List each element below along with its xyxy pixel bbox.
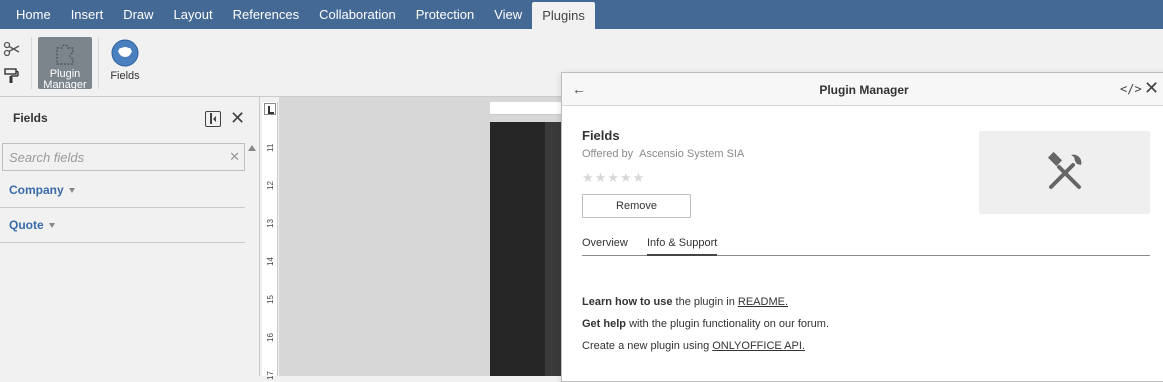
plugin-manager-button[interactable]: Plugin Manager — [38, 37, 92, 91]
tab-home[interactable]: Home — [6, 0, 61, 29]
fields-panel: Fields ✕ ✕ Company Quote — [0, 97, 260, 376]
caret-down-icon — [48, 223, 55, 229]
tab-draw[interactable]: Draw — [113, 0, 163, 29]
clear-search-icon[interactable]: ✕ — [229, 149, 240, 165]
plugin-preview — [979, 131, 1150, 214]
ruler-number: 13 — [266, 219, 275, 228]
tab-plugins[interactable]: Plugins — [532, 2, 595, 29]
tab-references[interactable]: References — [223, 0, 309, 29]
plugin-tabs: Overview Info & Support — [582, 233, 1150, 256]
fields-plugin-label: Fields — [110, 70, 140, 82]
field-group-label: Company — [9, 183, 75, 197]
plugin-vendor: Ascensio System SIA — [639, 148, 745, 160]
fields-panel-title: Fields — [13, 111, 48, 125]
tools-icon — [1043, 149, 1087, 196]
plugin-name: Fields — [582, 128, 620, 143]
cut-icon[interactable] — [3, 40, 21, 58]
tab-insert[interactable]: Insert — [61, 0, 114, 29]
field-group-label: Quote — [9, 218, 55, 232]
format-painter-icon[interactable] — [3, 67, 21, 85]
ruler-number: 12 — [266, 181, 275, 190]
plugin-manager-dialog: ← Plugin Manager </> ✕ Fields Offered by… — [561, 72, 1163, 382]
field-group-company[interactable]: Company — [0, 173, 245, 208]
readme-link[interactable]: README. — [738, 296, 788, 308]
info-line-readme: Learn how to use the plugin in README. — [582, 296, 789, 308]
tab-view[interactable]: View — [484, 0, 532, 29]
close-icon[interactable]: ✕ — [230, 109, 245, 127]
close-icon[interactable]: ✕ — [1144, 78, 1159, 99]
ruler-number: 16 — [266, 333, 275, 342]
plugin-offered-by: Offered by Ascensio System SIA — [582, 148, 745, 160]
tab-info-support[interactable]: Info & Support — [647, 237, 718, 256]
tab-stop-selector[interactable] — [264, 103, 276, 115]
search-box: ✕ — [2, 143, 245, 171]
dialog-title: Plugin Manager — [819, 83, 909, 97]
remove-button[interactable]: Remove — [582, 194, 691, 218]
ruler-number: 11 — [266, 143, 275, 152]
toolbar-divider — [31, 37, 32, 89]
puzzle-icon — [52, 39, 78, 68]
tab-protection[interactable]: Protection — [406, 0, 485, 29]
info-line-api: Create a new plugin using ONLYOFFICE API… — [582, 340, 805, 352]
tab-overview[interactable]: Overview — [582, 237, 628, 249]
tab-layout[interactable]: Layout — [164, 0, 223, 29]
dialog-header: ← Plugin Manager </> ✕ — [562, 73, 1163, 106]
ruler-number: 14 — [266, 257, 275, 266]
info-line-help: Get help with the plugin functionality o… — [582, 318, 830, 330]
tab-collaboration[interactable]: Collaboration — [309, 0, 406, 29]
horizontal-ruler — [490, 102, 565, 115]
ruler-number: 15 — [266, 295, 275, 304]
code-icon[interactable]: </> — [1120, 82, 1142, 96]
collapse-panel-icon[interactable] — [205, 111, 221, 127]
rating-stars[interactable]: ★★★★★ — [582, 170, 645, 186]
plugin-manager-label: Plugin Manager — [43, 68, 87, 91]
caret-down-icon — [68, 188, 75, 194]
fields-plugin-button[interactable]: Fields — [98, 37, 152, 89]
field-group-quote[interactable]: Quote — [0, 208, 245, 243]
api-link[interactable]: ONLYOFFICE API. — [712, 340, 805, 352]
menu-bar: Home Insert Draw Layout References Colla… — [0, 0, 1163, 29]
scroll-up-icon[interactable] — [248, 145, 256, 151]
fields-plugin-icon — [110, 39, 140, 70]
search-input[interactable] — [3, 144, 223, 170]
